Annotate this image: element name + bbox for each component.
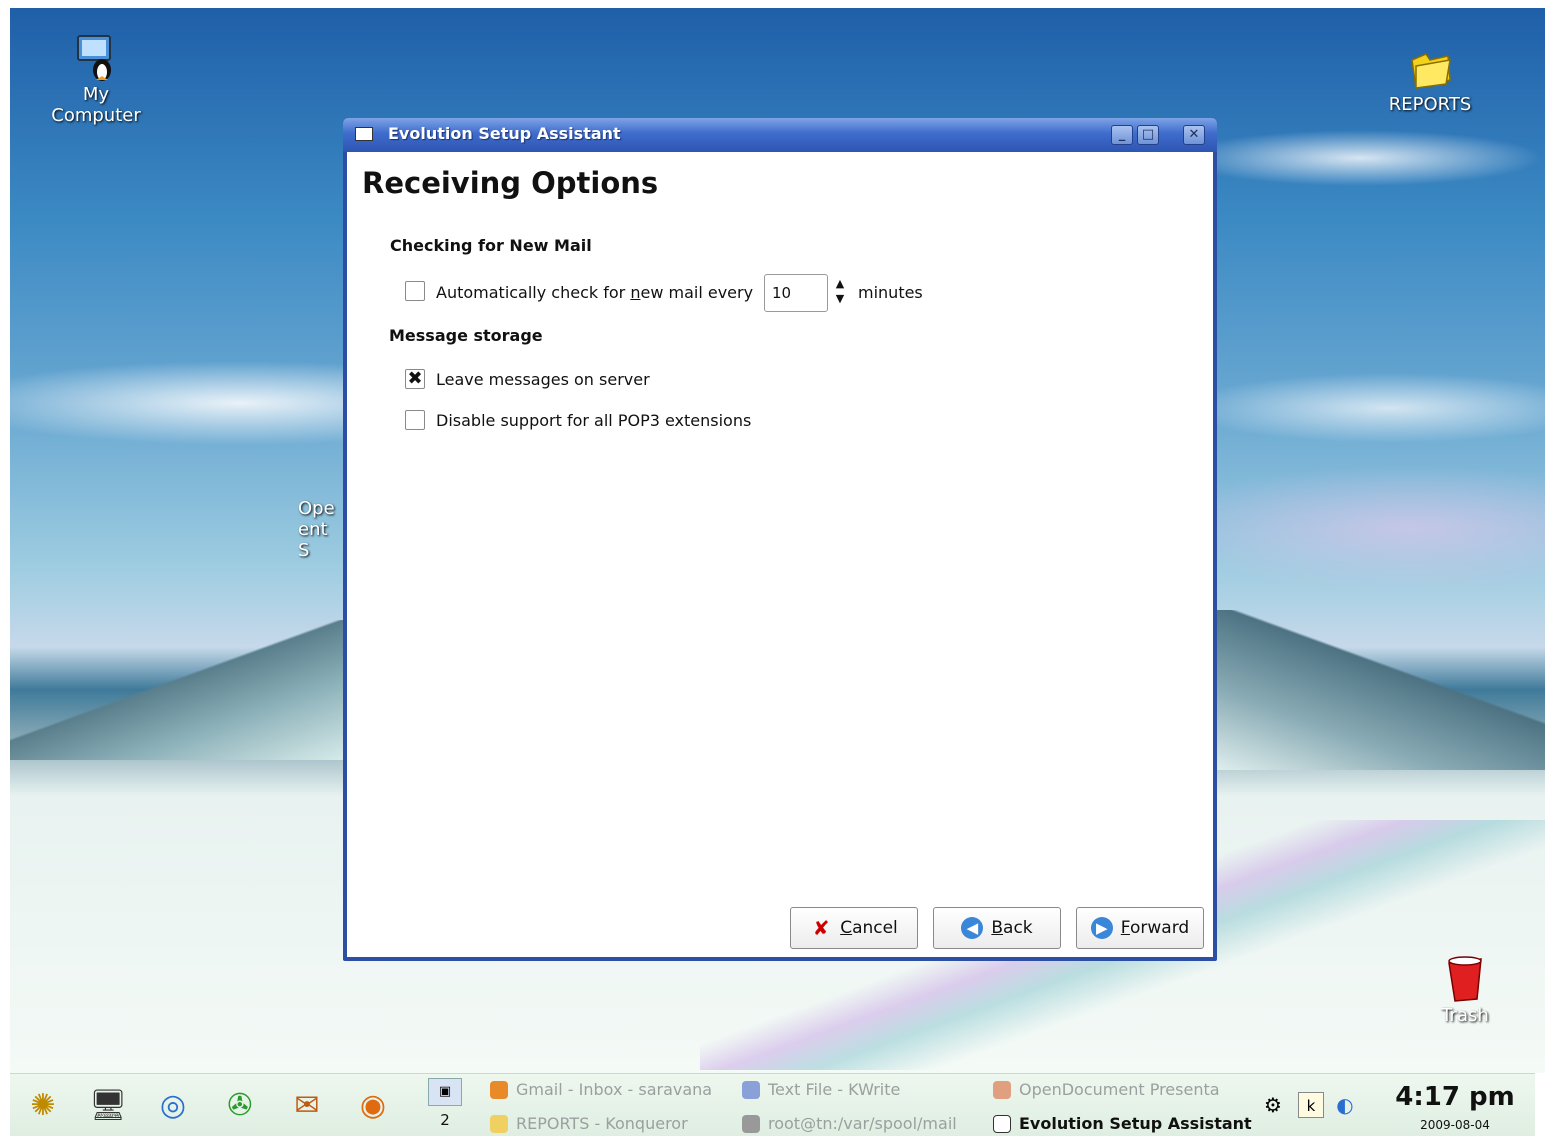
- auto-check-label[interactable]: Automatically check for new mail every: [436, 283, 753, 302]
- close-button[interactable]: ✕: [1183, 125, 1205, 145]
- section-title-storage: Message storage: [389, 326, 543, 345]
- forward-button[interactable]: ▶ Forward: [1076, 907, 1204, 949]
- disable-pop3-checkbox[interactable]: [405, 410, 425, 430]
- folder-task-icon: [490, 1114, 508, 1133]
- desktop-icon-partial[interactable]: Ope ent S: [298, 498, 343, 561]
- spin-down-icon[interactable]: ▼: [833, 291, 847, 306]
- task-kwrite[interactable]: Text File - KWrite: [742, 1080, 900, 1099]
- task-label-kwrite: Text File - KWrite: [768, 1080, 901, 1099]
- task-label-gmail: Gmail - Inbox - saravana: [516, 1080, 713, 1099]
- maximize-button[interactable]: □: [1137, 125, 1159, 145]
- tools-icon[interactable]: ✇: [215, 1081, 265, 1131]
- window-content: Receiving Options Checking for New Mail …: [347, 152, 1213, 957]
- interval-spin-input[interactable]: [764, 274, 828, 312]
- computer-icon: [77, 35, 111, 81]
- auto-check-checkbox[interactable]: [405, 281, 425, 301]
- auto-check-label-pre: Automatically check for: [436, 283, 631, 302]
- task-gmail[interactable]: Gmail - Inbox - saravana: [490, 1080, 712, 1099]
- partial-label-line2: ent S: [298, 519, 328, 561]
- forward-arrow-icon: ▶: [1090, 917, 1113, 939]
- leave-on-server-label[interactable]: Leave messages on server: [436, 370, 650, 389]
- trash-icon: [1448, 956, 1482, 1002]
- forward-button-label: Forward: [1121, 918, 1189, 938]
- display-settings-icon[interactable]: 🖥: [83, 1081, 133, 1131]
- firefox-task-icon: [490, 1080, 508, 1099]
- navigator-icon[interactable]: ◎: [148, 1081, 198, 1131]
- disable-pop3-label[interactable]: Disable support for all POP3 extensions: [436, 411, 751, 430]
- pager-desktop-2[interactable]: 2: [428, 1106, 462, 1134]
- clock-date: 2009-08-04: [1420, 1118, 1490, 1132]
- back-button-label: Back: [991, 918, 1032, 938]
- forward-mnemonic: F: [1120, 918, 1130, 938]
- desktop-icon-reports[interactable]: REPORTS: [1380, 50, 1480, 115]
- task-label-opendocument: OpenDocument Presenta: [1019, 1080, 1220, 1099]
- interval-spin-arrows[interactable]: ▲ ▼: [833, 276, 847, 310]
- pager-desktop-1[interactable]: ▣: [428, 1078, 462, 1106]
- cancel-button-label: Cancel: [840, 918, 898, 938]
- cancel-button[interactable]: ✘ Cancel: [790, 907, 918, 949]
- partial-label-line1: Ope: [298, 498, 335, 519]
- desktop-mountain-left: [10, 620, 350, 760]
- update-tray-icon[interactable]: ◐: [1332, 1092, 1358, 1118]
- task-konqueror[interactable]: REPORTS - Konqueror: [490, 1114, 688, 1133]
- interval-unit-label: minutes: [858, 283, 923, 302]
- clock[interactable]: 4:17 pm 2009-08-04: [1390, 1082, 1520, 1132]
- minimize-button[interactable]: _: [1111, 125, 1133, 145]
- reports-label: REPORTS: [1388, 94, 1472, 115]
- klipper-tray-icon[interactable]: k: [1298, 1092, 1324, 1118]
- page-title: Receiving Options: [362, 166, 659, 200]
- task-terminal[interactable]: root@tn:/var/spool/mail: [742, 1114, 957, 1133]
- mail-icon[interactable]: ✉: [282, 1081, 332, 1131]
- cancel-mnemonic: C: [840, 918, 853, 938]
- back-arrow-icon: ◀: [961, 917, 984, 939]
- network-tray-icon[interactable]: ⚙: [1260, 1092, 1286, 1118]
- evolution-setup-window: Evolution Setup Assistant _ □ ✕ Receivin…: [343, 118, 1217, 961]
- task-evolution[interactable]: Evolution Setup Assistant: [993, 1114, 1252, 1133]
- window-title: Evolution Setup Assistant: [388, 124, 621, 143]
- auto-check-label-post: ew mail every: [640, 283, 754, 302]
- task-label-evolution: Evolution Setup Assistant: [1019, 1114, 1252, 1133]
- k-menu-icon[interactable]: ✺: [18, 1081, 68, 1131]
- spin-up-icon[interactable]: ▲: [833, 276, 847, 291]
- back-label-rest: ack: [1003, 918, 1033, 938]
- envelope-task-icon: [993, 1114, 1011, 1133]
- task-opendocument[interactable]: OpenDocument Presenta: [993, 1080, 1220, 1099]
- firefox-icon[interactable]: ◉: [348, 1081, 398, 1131]
- my-computer-label-line2: Computer: [51, 105, 141, 126]
- taskbar: ✺ 🖥 ◎ ✇ ✉ ◉ ▣ 2 Gmail - Inbox - saravana…: [10, 1073, 1535, 1136]
- window-titlebar[interactable]: Evolution Setup Assistant _ □ ✕: [343, 118, 1217, 152]
- folder-icon: [1411, 53, 1451, 89]
- desktop-pager: ▣ 2: [428, 1078, 462, 1136]
- my-computer-label-line1: My: [82, 84, 110, 105]
- forward-label-rest: orward: [1129, 918, 1190, 938]
- desktop-mountain-right: [1215, 610, 1545, 770]
- desktop-icon-trash[interactable]: Trash: [1425, 955, 1505, 1026]
- trash-label: Trash: [1441, 1005, 1489, 1026]
- task-label-konqueror: REPORTS - Konqueror: [516, 1114, 688, 1133]
- terminal-task-icon: [742, 1114, 760, 1133]
- kwrite-task-icon: [742, 1080, 760, 1099]
- leave-on-server-checkbox[interactable]: ✖: [405, 369, 425, 389]
- section-title-checking: Checking for New Mail: [390, 236, 592, 255]
- desktop-icon-my-computer[interactable]: My Computer: [48, 34, 144, 126]
- auto-check-label-mnemonic: n: [630, 283, 641, 302]
- cancel-icon: ✘: [812, 916, 830, 940]
- cancel-label-rest: ancel: [852, 918, 898, 938]
- clock-time: 4:17 pm: [1395, 1082, 1515, 1112]
- task-label-terminal: root@tn:/var/spool/mail: [768, 1114, 957, 1133]
- back-button[interactable]: ◀ Back: [933, 907, 1061, 949]
- envelope-icon: [355, 127, 373, 141]
- presentation-task-icon: [993, 1080, 1011, 1099]
- back-mnemonic: B: [991, 918, 1004, 938]
